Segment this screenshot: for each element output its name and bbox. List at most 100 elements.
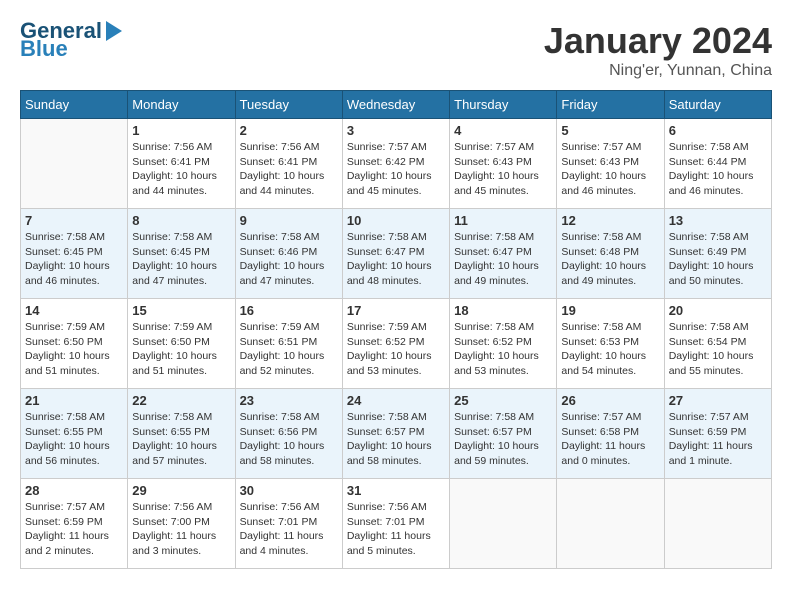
day-info: Sunrise: 7:57 AMSunset: 6:59 PMDaylight:… (669, 410, 767, 469)
day-info: Sunrise: 7:59 AMSunset: 6:52 PMDaylight:… (347, 320, 445, 379)
day-info: Sunrise: 7:58 AMSunset: 6:55 PMDaylight:… (25, 410, 123, 469)
title-block: January 2024 Ning'er, Yunnan, China (544, 20, 772, 80)
calendar-cell: 19 Sunrise: 7:58 AMSunset: 6:53 PMDayligh… (557, 299, 664, 389)
day-number: 31 (347, 483, 445, 498)
calendar-cell: 2 Sunrise: 7:56 AMSunset: 6:41 PMDaylight… (235, 119, 342, 209)
day-number: 9 (240, 213, 338, 228)
calendar-header-wednesday: Wednesday (342, 91, 449, 119)
calendar-header-thursday: Thursday (450, 91, 557, 119)
calendar-cell: 13 Sunrise: 7:58 AMSunset: 6:49 PMDayligh… (664, 209, 771, 299)
logo-blue: Blue (20, 38, 68, 60)
calendar-cell (664, 479, 771, 569)
calendar-header-row: SundayMondayTuesdayWednesdayThursdayFrid… (21, 91, 772, 119)
calendar-cell: 25 Sunrise: 7:58 AMSunset: 6:57 PMDayligh… (450, 389, 557, 479)
calendar-cell: 10 Sunrise: 7:58 AMSunset: 6:47 PMDayligh… (342, 209, 449, 299)
day-number: 22 (132, 393, 230, 408)
day-info: Sunrise: 7:58 AMSunset: 6:45 PMDaylight:… (25, 230, 123, 289)
calendar-cell: 28 Sunrise: 7:57 AMSunset: 6:59 PMDayligh… (21, 479, 128, 569)
calendar-week-row: 7 Sunrise: 7:58 AMSunset: 6:45 PMDaylight… (21, 209, 772, 299)
day-number: 30 (240, 483, 338, 498)
logo-arrow-icon (106, 21, 122, 41)
day-number: 24 (347, 393, 445, 408)
month-title: January 2024 (544, 20, 772, 62)
day-info: Sunrise: 7:58 AMSunset: 6:55 PMDaylight:… (132, 410, 230, 469)
calendar-cell: 3 Sunrise: 7:57 AMSunset: 6:42 PMDaylight… (342, 119, 449, 209)
day-info: Sunrise: 7:58 AMSunset: 6:57 PMDaylight:… (454, 410, 552, 469)
calendar-cell: 30 Sunrise: 7:56 AMSunset: 7:01 PMDayligh… (235, 479, 342, 569)
calendar-cell: 16 Sunrise: 7:59 AMSunset: 6:51 PMDayligh… (235, 299, 342, 389)
day-info: Sunrise: 7:58 AMSunset: 6:47 PMDaylight:… (454, 230, 552, 289)
day-number: 14 (25, 303, 123, 318)
day-info: Sunrise: 7:58 AMSunset: 6:46 PMDaylight:… (240, 230, 338, 289)
day-info: Sunrise: 7:58 AMSunset: 6:53 PMDaylight:… (561, 320, 659, 379)
calendar-cell: 22 Sunrise: 7:58 AMSunset: 6:55 PMDayligh… (128, 389, 235, 479)
location-title: Ning'er, Yunnan, China (544, 62, 772, 80)
calendar-cell: 27 Sunrise: 7:57 AMSunset: 6:59 PMDayligh… (664, 389, 771, 479)
day-number: 28 (25, 483, 123, 498)
day-number: 7 (25, 213, 123, 228)
calendar-week-row: 21 Sunrise: 7:58 AMSunset: 6:55 PMDayligh… (21, 389, 772, 479)
calendar-week-row: 1 Sunrise: 7:56 AMSunset: 6:41 PMDaylight… (21, 119, 772, 209)
day-info: Sunrise: 7:57 AMSunset: 6:42 PMDaylight:… (347, 140, 445, 199)
day-info: Sunrise: 7:59 AMSunset: 6:50 PMDaylight:… (25, 320, 123, 379)
calendar-header-saturday: Saturday (664, 91, 771, 119)
day-number: 2 (240, 123, 338, 138)
day-number: 6 (669, 123, 767, 138)
calendar-cell: 23Sunrise: 7:58 AMSunset: 6:56 PMDayligh… (235, 389, 342, 479)
calendar-cell: 21 Sunrise: 7:58 AMSunset: 6:55 PMDayligh… (21, 389, 128, 479)
calendar-cell: 14 Sunrise: 7:59 AMSunset: 6:50 PMDayligh… (21, 299, 128, 389)
day-info: Sunrise: 7:57 AMSunset: 6:43 PMDaylight:… (561, 140, 659, 199)
calendar-cell: 8Sunrise: 7:58 AMSunset: 6:45 PMDaylight… (128, 209, 235, 299)
day-number: 11 (454, 213, 552, 228)
day-info: Sunrise: 7:58 AMSunset: 6:54 PMDaylight:… (669, 320, 767, 379)
calendar-cell (21, 119, 128, 209)
day-info: Sunrise: 7:56 AMSunset: 6:41 PMDaylight:… (132, 140, 230, 199)
day-info: Sunrise: 7:58 AMSunset: 6:48 PMDaylight:… (561, 230, 659, 289)
calendar-header-monday: Monday (128, 91, 235, 119)
day-info: Sunrise: 7:59 AMSunset: 6:51 PMDaylight:… (240, 320, 338, 379)
day-info: Sunrise: 7:56 AMSunset: 7:00 PMDaylight:… (132, 500, 230, 559)
day-number: 15 (132, 303, 230, 318)
calendar-cell: 11 Sunrise: 7:58 AMSunset: 6:47 PMDayligh… (450, 209, 557, 299)
calendar-cell: 7 Sunrise: 7:58 AMSunset: 6:45 PMDaylight… (21, 209, 128, 299)
day-number: 27 (669, 393, 767, 408)
day-number: 19 (561, 303, 659, 318)
calendar-cell (557, 479, 664, 569)
day-number: 18 (454, 303, 552, 318)
day-info: Sunrise: 7:58 AMSunset: 6:49 PMDaylight:… (669, 230, 767, 289)
calendar-cell: 15 Sunrise: 7:59 AMSunset: 6:50 PMDayligh… (128, 299, 235, 389)
day-number: 13 (669, 213, 767, 228)
day-number: 3 (347, 123, 445, 138)
day-number: 8 (132, 213, 230, 228)
day-number: 20 (669, 303, 767, 318)
day-info: Sunrise: 7:57 AMSunset: 6:58 PMDaylight:… (561, 410, 659, 469)
day-number: 21 (25, 393, 123, 408)
calendar-header-friday: Friday (557, 91, 664, 119)
day-info: Sunrise: 7:57 AMSunset: 6:59 PMDaylight:… (25, 500, 123, 559)
day-info: Sunrise: 7:59 AMSunset: 6:50 PMDaylight:… (132, 320, 230, 379)
day-number: 5 (561, 123, 659, 138)
calendar-cell: 24 Sunrise: 7:58 AMSunset: 6:57 PMDayligh… (342, 389, 449, 479)
day-number: 1 (132, 123, 230, 138)
day-number: 25 (454, 393, 552, 408)
calendar-table: SundayMondayTuesdayWednesdayThursdayFrid… (20, 90, 772, 569)
page-header: General Blue January 2024 Ning'er, Yunna… (20, 20, 772, 80)
calendar-cell: 20 Sunrise: 7:58 AMSunset: 6:54 PMDayligh… (664, 299, 771, 389)
logo: General Blue (20, 20, 122, 60)
day-number: 10 (347, 213, 445, 228)
day-info: Sunrise: 7:58 AMSunset: 6:57 PMDaylight:… (347, 410, 445, 469)
day-info: Sunrise: 7:56 AMSunset: 6:41 PMDaylight:… (240, 140, 338, 199)
calendar-week-row: 28 Sunrise: 7:57 AMSunset: 6:59 PMDayligh… (21, 479, 772, 569)
day-info: Sunrise: 7:57 AMSunset: 6:43 PMDaylight:… (454, 140, 552, 199)
day-number: 4 (454, 123, 552, 138)
day-number: 26 (561, 393, 659, 408)
calendar-cell: 29Sunrise: 7:56 AMSunset: 7:00 PMDayligh… (128, 479, 235, 569)
day-number: 16 (240, 303, 338, 318)
day-info: Sunrise: 7:56 AMSunset: 7:01 PMDaylight:… (240, 500, 338, 559)
calendar-cell: 31Sunrise: 7:56 AMSunset: 7:01 PMDayligh… (342, 479, 449, 569)
day-info: Sunrise: 7:58 AMSunset: 6:44 PMDaylight:… (669, 140, 767, 199)
calendar-cell: 9 Sunrise: 7:58 AMSunset: 6:46 PMDaylight… (235, 209, 342, 299)
day-number: 12 (561, 213, 659, 228)
day-info: Sunrise: 7:58 AMSunset: 6:47 PMDaylight:… (347, 230, 445, 289)
calendar-cell: 17Sunrise: 7:59 AMSunset: 6:52 PMDayligh… (342, 299, 449, 389)
